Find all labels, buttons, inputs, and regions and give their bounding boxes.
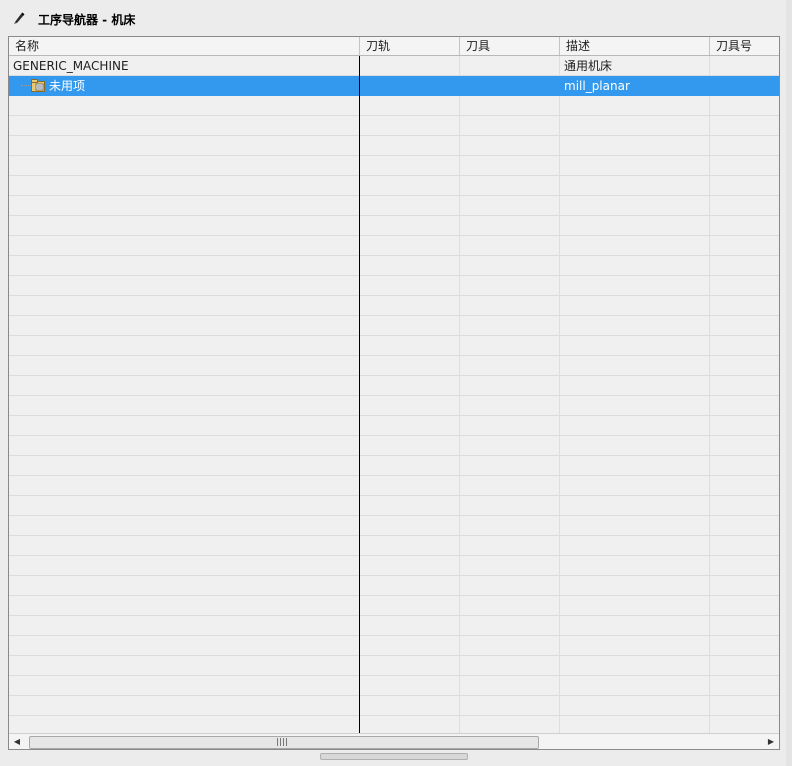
name-column-divider xyxy=(359,56,360,733)
row-name: 未用项 xyxy=(47,76,88,96)
scroll-left-arrow-icon[interactable]: ◀ xyxy=(9,734,25,749)
row-description: 通用机床 xyxy=(564,59,613,73)
grip-icon xyxy=(277,738,287,746)
table-row[interactable]: GENERIC_MACHINE 通用机床 xyxy=(9,56,779,76)
table-body: GENERIC_MACHINE 通用机床 未用项 mill_planar xyxy=(9,56,779,733)
row-tool-number xyxy=(714,56,778,76)
title-bar: 工序导航器 - 机床 xyxy=(0,0,792,36)
window-edge xyxy=(786,0,792,766)
tree-connector xyxy=(21,85,31,87)
column-divider xyxy=(559,56,560,733)
column-divider xyxy=(459,56,460,733)
window-title: 工序导航器 - 机床 xyxy=(38,13,136,27)
row-name: GENERIC_MACHINE xyxy=(13,59,129,73)
row-tool-number xyxy=(714,76,778,96)
column-header-toolpath[interactable]: 刀轨 xyxy=(360,37,460,55)
table-header: 名称 刀轨 刀具 描述 刀具号 xyxy=(9,37,779,56)
operation-navigator-panel: 名称 刀轨 刀具 描述 刀具号 GENERIC_MACHINE 通用机床 未用项 xyxy=(8,36,780,750)
horizontal-scrollbar[interactable]: ◀ ▶ xyxy=(9,733,779,749)
column-header-description[interactable]: 描述 xyxy=(560,37,710,55)
column-divider xyxy=(709,56,710,733)
table-row-selected[interactable]: 未用项 mill_planar xyxy=(9,76,779,96)
column-header-tool[interactable]: 刀具 xyxy=(460,37,560,55)
scroll-right-arrow-icon[interactable]: ▶ xyxy=(763,734,779,749)
resize-grip[interactable] xyxy=(320,753,468,760)
column-header-tool-number[interactable]: 刀具号 xyxy=(710,37,779,55)
row-tool xyxy=(466,76,558,96)
folder-icon xyxy=(31,79,45,92)
column-header-name[interactable]: 名称 xyxy=(9,37,360,55)
row-toolpath xyxy=(366,56,458,76)
row-description: mill_planar xyxy=(564,79,630,93)
pencil-icon xyxy=(14,12,25,24)
scrollbar-thumb[interactable] xyxy=(29,736,539,749)
row-toolpath xyxy=(366,76,458,96)
row-tool xyxy=(466,56,558,76)
